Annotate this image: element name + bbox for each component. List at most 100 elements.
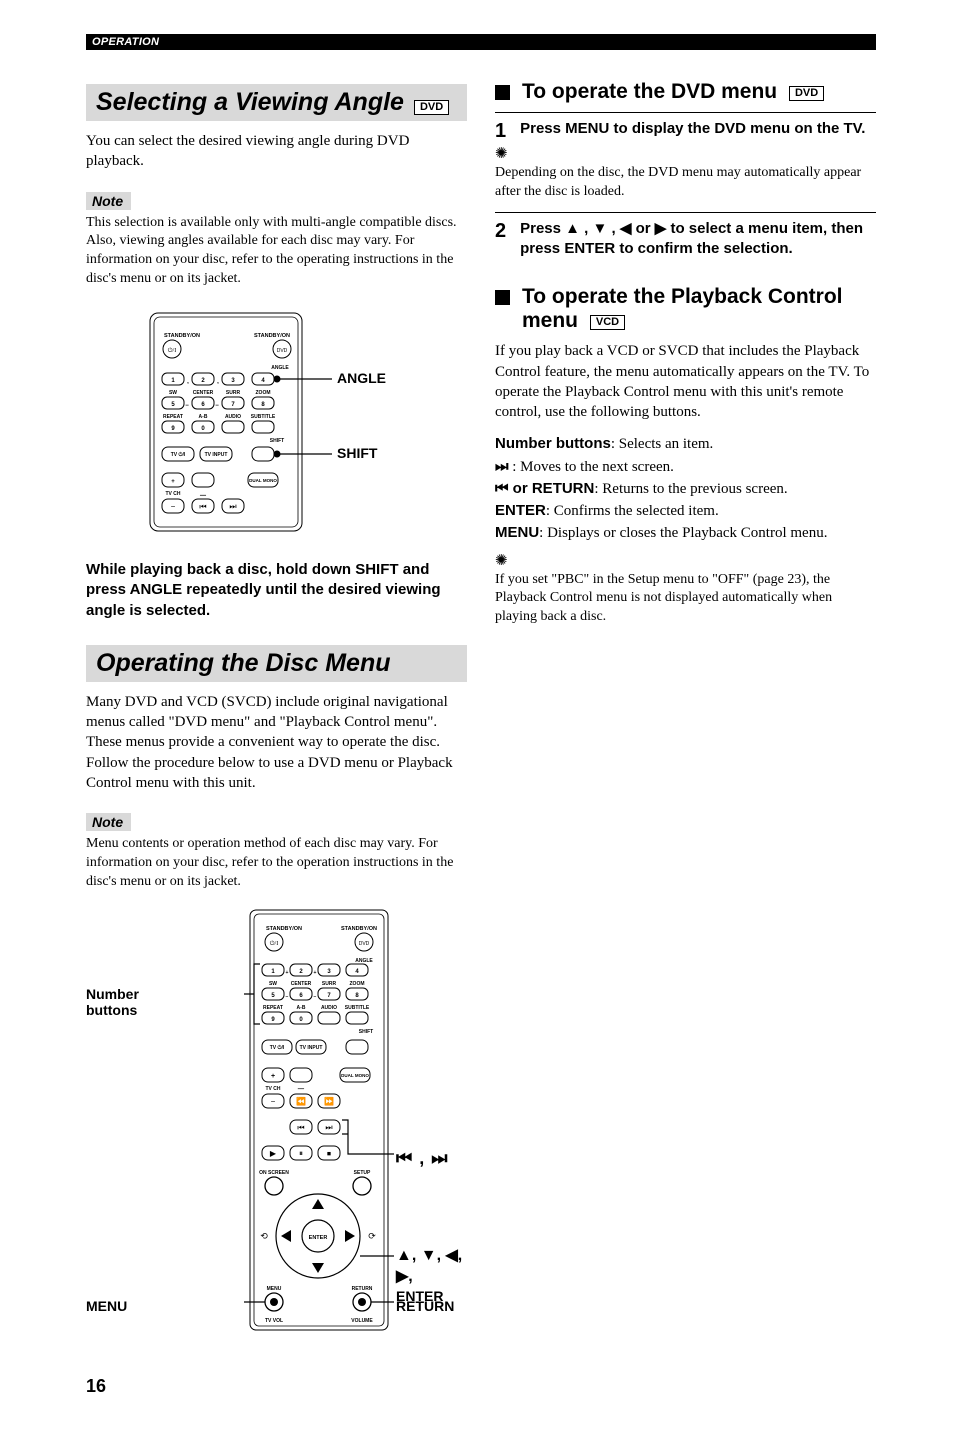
svg-text:AUDIO: AUDIO: [321, 1005, 337, 1011]
svg-text:ENTER: ENTER: [309, 1235, 328, 1241]
disc-menu-intro: Many DVD and VCD (SVCD) include original…: [86, 692, 467, 793]
heading-selecting-viewing-angle: Selecting a Viewing Angle DVD: [86, 84, 467, 121]
svg-text:ON SCREEN: ON SCREEN: [259, 1170, 289, 1176]
heading-title: Selecting a Viewing Angle: [96, 88, 404, 117]
svg-text:REPEAT: REPEAT: [163, 414, 183, 420]
subheading-dvd-menu: To operate the DVD menu DVD: [495, 80, 876, 104]
svg-text:⏻/I: ⏻/I: [167, 347, 175, 354]
svg-text:SETUP: SETUP: [354, 1170, 371, 1176]
page-number: 16: [86, 1376, 467, 1397]
svg-text:⟲: ⟲: [260, 1231, 268, 1241]
svg-text:⎵⎵⎵: ⎵⎵⎵: [198, 491, 206, 497]
svg-text:SURR: SURR: [322, 981, 337, 987]
svg-text:DVD: DVD: [359, 941, 370, 947]
remote-figure-2: Number buttons MENU ⏮ , ⏭ ▲, ▼, ◀, ▶, EN…: [86, 906, 467, 1336]
intro-text: You can select the desired viewing angle…: [86, 131, 467, 172]
step-1-text: Press MENU to display the DVD menu on th…: [520, 119, 865, 141]
playback-intro: If you play back a VCD or SVCD that incl…: [495, 341, 876, 422]
left-column: Selecting a Viewing Angle DVD You can se…: [86, 60, 467, 1397]
svg-text:TV INPUT: TV INPUT: [300, 1045, 323, 1051]
svg-text:SW: SW: [168, 390, 176, 396]
svg-text:SHIFT: SHIFT: [337, 445, 378, 461]
svg-text:DUAL MONO: DUAL MONO: [341, 1073, 369, 1078]
subheading-playback-menu: To operate the Playback Control menu VCD: [495, 285, 876, 333]
svg-text:CENTER: CENTER: [291, 981, 312, 987]
svg-text:AUDIO: AUDIO: [224, 414, 240, 420]
svg-text:STANDBY/ON: STANDBY/ON: [164, 333, 200, 339]
dvd-badge-2: DVD: [789, 86, 824, 101]
note-text-1: This selection is available only with mu…: [86, 214, 467, 290]
label-skip-icons: ⏮ , ⏭: [396, 1148, 448, 1168]
tip-icon-1: ✺: [495, 147, 876, 162]
tip-icon-2: ✺: [495, 554, 876, 569]
step-2-text: Press ▲ , ▼ , ◀ or ▶ to select a menu it…: [520, 219, 876, 260]
remote-figure-1: STANDBY/ON ⏻/I STANDBY/ON DVD ANGLE 1 , …: [86, 307, 467, 542]
svg-text:−: −: [314, 994, 317, 1000]
svg-text:ANGLE: ANGLE: [271, 365, 289, 371]
svg-text:+: +: [286, 970, 289, 976]
svg-text:A-B: A-B: [198, 414, 207, 420]
svg-text:+: +: [314, 970, 317, 976]
label-return: RETURN: [396, 1298, 454, 1314]
svg-text:VOLUME: VOLUME: [351, 1318, 373, 1324]
svg-text:⟳: ⟳: [368, 1231, 376, 1241]
svg-text:ANGLE: ANGLE: [337, 370, 386, 386]
note-label-1: Note: [86, 192, 131, 210]
svg-text:RETURN: RETURN: [352, 1286, 373, 1292]
svg-text:STANDBY/ON: STANDBY/ON: [341, 926, 377, 932]
svg-text:ZOOM: ZOOM: [350, 981, 365, 987]
step-2-number: 2: [495, 219, 506, 260]
svg-text:SUBTITLE: SUBTITLE: [250, 414, 275, 420]
svg-text:−: −: [286, 994, 289, 1000]
note-text-2: Menu contents or operation method of eac…: [86, 835, 467, 892]
label-menu: MENU: [86, 1298, 127, 1314]
svg-text:TV CH: TV CH: [165, 491, 180, 497]
svg-text:−: −: [170, 502, 175, 511]
step-1: 1 Press MENU to display the DVD menu on …: [495, 112, 876, 141]
step-2: 2 Press ▲ , ▼ , ◀ or ▶ to select a menu …: [495, 212, 876, 260]
sub2-title: To operate the Playback Control menu: [522, 285, 843, 332]
svg-text:SURR: SURR: [225, 390, 240, 396]
svg-text:+: +: [171, 479, 175, 485]
svg-text:▶: ▶: [270, 1149, 277, 1158]
dvd-badge: DVD: [414, 100, 449, 115]
sub1-title: To operate the DVD menu: [522, 80, 777, 103]
svg-text:−: −: [215, 403, 219, 409]
tip-1-text: Depending on the disc, the DVD menu may …: [495, 164, 876, 202]
angle-instruction: While playing back a disc, hold down SHI…: [86, 560, 467, 621]
tip-2-text: If you set "PBC" in the Setup menu to "O…: [495, 571, 876, 628]
svg-text:⎯⎯⎯: ⎯⎯⎯: [297, 1086, 305, 1091]
svg-text:⏩: ⏩: [324, 1096, 334, 1106]
label-arrows: ▲, ▼, ◀, ▶,: [396, 1247, 462, 1285]
svg-text:⏸: ⏸: [299, 1149, 303, 1158]
svg-text:ZOOM: ZOOM: [255, 390, 270, 396]
svg-text:MENU: MENU: [267, 1286, 282, 1292]
note-label-2: Note: [86, 813, 131, 831]
svg-text:⏮: ⏮: [199, 502, 206, 511]
svg-text:CENTER: CENTER: [192, 390, 213, 396]
section-header: OPERATION: [86, 34, 876, 50]
svg-text:REPEAT: REPEAT: [263, 1005, 283, 1011]
square-bullet-icon-2: [495, 290, 510, 305]
svg-text:⏮: ⏮: [297, 1123, 304, 1132]
svg-text:TV ⏻/I: TV ⏻/I: [170, 452, 185, 458]
svg-text:SUBTITLE: SUBTITLE: [345, 1005, 370, 1011]
vcd-badge: VCD: [590, 315, 625, 330]
svg-text:⏪: ⏪: [296, 1096, 306, 1106]
svg-text:SHIFT: SHIFT: [359, 1029, 373, 1035]
svg-text:STANDBY/ON: STANDBY/ON: [254, 333, 290, 339]
right-column: To operate the DVD menu DVD 1 Press MENU…: [495, 60, 876, 1397]
heading-operating-disc-menu: Operating the Disc Menu: [86, 645, 467, 682]
svg-text:TV INPUT: TV INPUT: [204, 452, 227, 458]
svg-text:SW: SW: [269, 981, 277, 987]
svg-text:+: +: [271, 1073, 275, 1080]
svg-text:⏭: ⏭: [325, 1123, 332, 1132]
svg-text:DVD: DVD: [276, 348, 287, 354]
svg-text:SHIFT: SHIFT: [269, 438, 283, 444]
svg-text:−: −: [185, 403, 189, 409]
square-bullet-icon: [495, 85, 510, 100]
svg-text:ANGLE: ANGLE: [355, 958, 373, 964]
svg-text:⏹: ⏹: [327, 1149, 331, 1158]
svg-text:TV CH: TV CH: [266, 1086, 281, 1092]
label-number-buttons: Number buttons: [86, 986, 139, 1018]
